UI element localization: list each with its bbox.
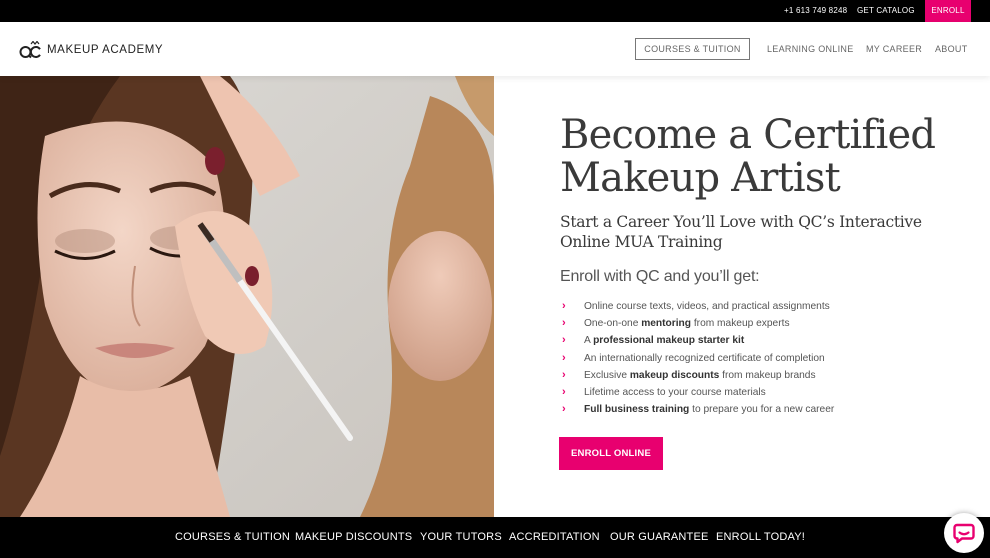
enroll-online-button[interactable]: ENROLL ONLINE — [559, 437, 663, 470]
benefit-item: › Lifetime access to your course material… — [560, 384, 834, 401]
hero-subtitle-line2: Online MUA Training — [560, 233, 723, 251]
chat-bubble-icon — [953, 523, 975, 544]
logo-text: MAKEUP ACADEMY — [47, 44, 164, 56]
hero-subtitle: Start a Career You’ll Love with QC’s Int… — [560, 212, 922, 252]
benefit-item: › Exclusive makeup discounts from makeup … — [560, 367, 834, 384]
benefit-item: › Full business training to prepare you f… — [560, 401, 834, 418]
site-logo[interactable]: MAKEUP ACADEMY — [19, 41, 163, 59]
chevron-right-icon: › — [562, 351, 566, 364]
benefits-list: › Online course texts, videos, and practi… — [560, 298, 834, 418]
bottom-nav-your-tutors[interactable]: YOUR TUTORS — [420, 517, 502, 558]
nav-courses-tuition[interactable]: COURSES & TUITION — [635, 38, 750, 60]
chat-widget-button[interactable] — [944, 513, 984, 553]
site-header: MAKEUP ACADEMY COURSES & TUITION LEARNIN… — [0, 22, 990, 76]
nav-about[interactable]: ABOUT — [935, 22, 968, 76]
top-utility-bar: +1 613 749 8248 GET CATALOG ENROLL — [0, 0, 990, 22]
hero-subtitle-line1: Start a Career You’ll Love with QC’s Int… — [560, 213, 922, 231]
benefit-item: › Online course texts, videos, and practi… — [560, 298, 834, 315]
bottom-nav-courses-tuition[interactable]: COURSES & TUITION — [175, 517, 290, 558]
chevron-right-icon: › — [562, 368, 566, 381]
qc-logo-icon — [19, 41, 41, 59]
hero-title-line2: Makeup Artist — [560, 155, 841, 201]
bottom-nav-enroll-today[interactable]: ENROLL TODAY! — [716, 517, 805, 558]
benefit-item: › One-on-one mentoring from makeup expert… — [560, 315, 834, 332]
bottom-nav-our-guarantee[interactable]: OUR GUARANTEE — [610, 517, 709, 558]
hero-image — [0, 76, 494, 517]
benefit-item: › An internationally recognized certifica… — [560, 350, 834, 367]
benefit-item: › A professional makeup starter kit — [560, 332, 834, 349]
chevron-right-icon: › — [562, 403, 566, 416]
chevron-right-icon: › — [562, 300, 566, 312]
get-catalog-link[interactable]: GET CATALOG — [857, 0, 915, 22]
benefits-intro: Enroll with QC and you’ll get: — [560, 268, 760, 285]
top-enroll-button[interactable]: ENROLL — [925, 0, 971, 22]
chevron-right-icon: › — [562, 385, 566, 398]
hero-title: Become a Certified Makeup Artist — [560, 112, 936, 201]
bottom-nav-accreditation[interactable]: ACCREDITATION — [509, 517, 600, 558]
makeup-artist-photo — [0, 76, 494, 517]
chevron-right-icon: › — [562, 317, 566, 330]
phone-link[interactable]: +1 613 749 8248 — [784, 0, 847, 22]
bottom-nav-makeup-discounts[interactable]: MAKEUP DISCOUNTS — [295, 517, 412, 558]
chevron-right-icon: › — [562, 334, 566, 347]
hero-content: Become a Certified Makeup Artist Start a… — [494, 76, 990, 517]
nav-learning-online[interactable]: LEARNING ONLINE — [767, 22, 854, 76]
hero-title-line1: Become a Certified — [560, 112, 936, 158]
nav-my-career[interactable]: MY CAREER — [866, 22, 922, 76]
bottom-nav-bar: COURSES & TUITION MAKEUP DISCOUNTS YOUR … — [0, 517, 990, 558]
